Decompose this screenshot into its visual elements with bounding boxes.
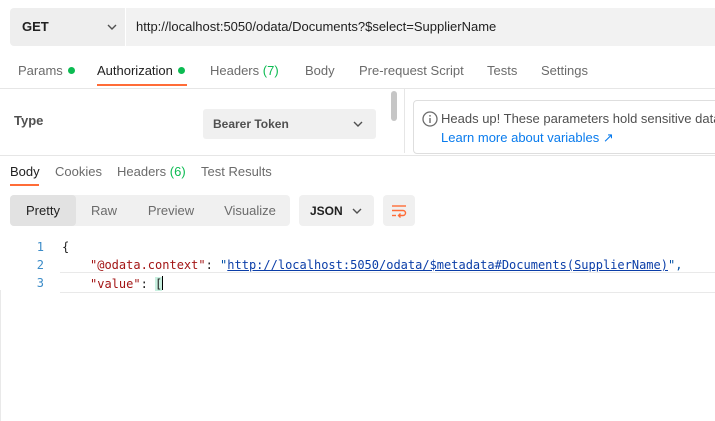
response-tab-headers[interactable]: Headers (6)	[117, 164, 186, 179]
authorization-status-dot	[177, 67, 185, 74]
response-active-tab-indicator	[10, 184, 39, 186]
response-tab-cookies[interactable]: Cookies	[55, 164, 102, 179]
method-select[interactable]: GET	[10, 8, 125, 46]
view-visualize-button[interactable]: Visualize	[212, 195, 288, 226]
learn-more-variables-link[interactable]: Learn more about variables ↗	[441, 130, 614, 146]
auth-type-label: Type	[14, 113, 44, 128]
response-tab-test-results[interactable]: Test Results	[201, 164, 272, 179]
json-key: "value"	[90, 277, 141, 291]
view-preview-button[interactable]: Preview	[136, 195, 206, 226]
view-raw-button[interactable]: Raw	[76, 195, 132, 226]
json-colon: :	[205, 258, 221, 272]
url-input[interactable]: http://localhost:5050/odata/Documents?$s…	[126, 8, 715, 46]
format-label: JSON	[310, 204, 343, 218]
notice-text: Heads up! These parameters hold sensitiv…	[441, 111, 715, 126]
tab-authorization[interactable]: Authorization	[97, 63, 185, 78]
tab-params[interactable]: Params	[18, 63, 75, 78]
code-line-1[interactable]: {	[62, 240, 69, 254]
text-cursor	[162, 276, 164, 290]
code-line-2[interactable]: "@odata.context": "http://localhost:5050…	[90, 258, 682, 272]
tab-headers[interactable]: Headers (7)	[210, 63, 279, 78]
tab-authorization-label: Authorization	[97, 63, 173, 78]
line-number: 2	[36, 258, 44, 272]
editor-left-border	[0, 290, 1, 421]
tab-headers-label: Headers	[210, 63, 260, 78]
tab-params-label: Params	[18, 63, 63, 78]
params-status-dot	[67, 67, 75, 74]
chevron-down-icon	[352, 208, 362, 214]
tab-settings[interactable]: Settings	[541, 63, 588, 78]
tab-tests-label: Tests	[487, 63, 518, 78]
code-line-3[interactable]: "value": [	[90, 276, 164, 291]
string-quote-close: ",	[667, 258, 683, 272]
metadata-link[interactable]: http://localhost:5050/odata/$metadata#Do…	[227, 258, 668, 272]
chevron-down-icon	[353, 121, 363, 127]
line-number: 3	[36, 276, 44, 290]
open-bracket: [	[155, 277, 163, 291]
chevron-down-icon	[107, 24, 117, 30]
response-tab-body-label: Body	[10, 164, 40, 179]
json-key: "@odata.context"	[90, 258, 206, 272]
view-pretty-button[interactable]: Pretty	[10, 195, 76, 226]
auth-type-value: Bearer Token	[213, 117, 289, 131]
line-number: 1	[36, 240, 44, 254]
headers-count: (7)	[262, 63, 279, 78]
auth-type-select[interactable]: Bearer Token	[203, 109, 376, 139]
open-brace: {	[62, 240, 70, 254]
url-text: http://localhost:5050/odata/Documents?$s…	[136, 19, 497, 34]
method-label: GET	[22, 19, 49, 34]
response-tab-test-results-label: Test Results	[201, 164, 272, 179]
tab-body-label: Body	[305, 63, 335, 78]
json-colon: :	[140, 277, 156, 291]
format-select[interactable]: JSON	[299, 195, 374, 226]
wrap-lines-button[interactable]	[383, 195, 415, 226]
tab-pre-request-script[interactable]: Pre-request Script	[359, 63, 464, 78]
tab-tests[interactable]: Tests	[487, 63, 517, 78]
wrap-lines-icon	[392, 205, 407, 218]
tab-settings-label: Settings	[541, 63, 588, 78]
response-tab-body[interactable]: Body	[10, 164, 40, 179]
response-headers-count: (6)	[169, 164, 186, 179]
response-tab-cookies-label: Cookies	[55, 164, 102, 179]
sensitive-data-notice: Heads up! These parameters hold sensitiv…	[413, 100, 715, 154]
panel-scrollbar[interactable]	[391, 91, 397, 121]
info-icon	[422, 111, 438, 127]
tab-body[interactable]: Body	[305, 63, 335, 78]
active-tab-indicator	[97, 84, 187, 86]
panel-divider	[404, 89, 405, 153]
tab-pre-request-script-label: Pre-request Script	[359, 63, 464, 78]
response-tab-headers-label: Headers	[117, 164, 167, 179]
